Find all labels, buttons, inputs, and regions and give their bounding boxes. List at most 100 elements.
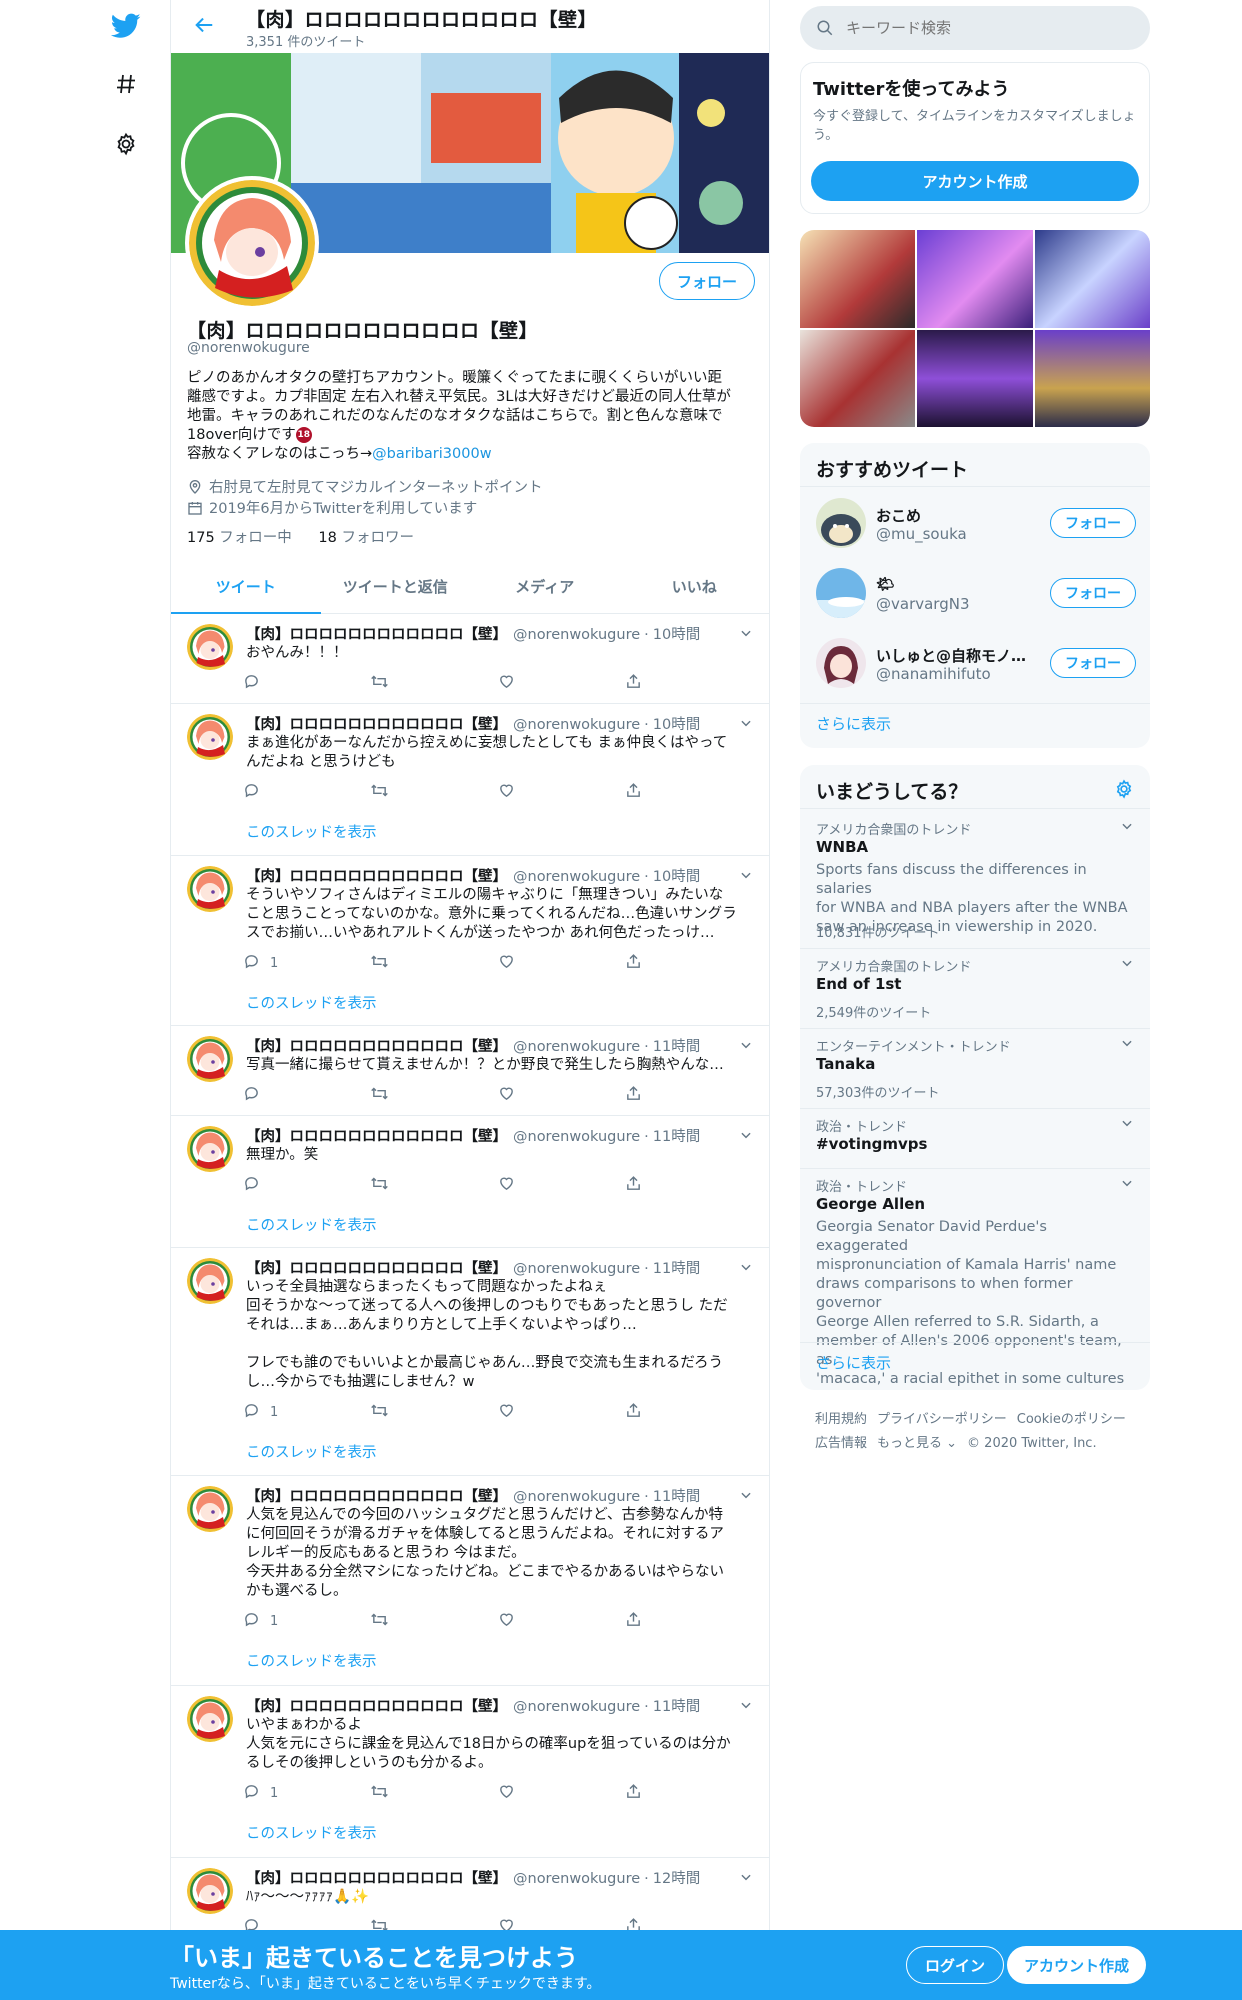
chevron-down-icon[interactable]	[1120, 956, 1134, 974]
avatar[interactable]	[187, 1036, 233, 1082]
follow-button[interactable]: フォロー	[1050, 648, 1136, 678]
like-button[interactable]	[498, 952, 625, 974]
signup-button[interactable]: アカウント作成	[1007, 1946, 1147, 1984]
retweet-button[interactable]	[370, 672, 497, 694]
share-button[interactable]	[625, 952, 663, 974]
tweet-time[interactable]: 10時間	[653, 717, 700, 733]
tweet[interactable]: 【肉】ロロロロロロロロロロロロ【壁】 @norenwokugure · 11時間 無理…	[171, 1116, 769, 1248]
back-arrow-icon[interactable]	[189, 10, 219, 40]
recommended-user[interactable]: いしゅと@自称モノ… @nanamihifuto フォロー	[816, 638, 1136, 688]
reply-button[interactable]: 1	[243, 1610, 370, 1632]
avatar[interactable]	[187, 1126, 233, 1172]
reply-button[interactable]: 1	[243, 952, 370, 974]
chevron-down-icon[interactable]	[1120, 819, 1134, 837]
tweet-time[interactable]: 10時間	[653, 869, 700, 885]
retweet-button[interactable]	[370, 1401, 497, 1423]
like-button[interactable]	[498, 781, 625, 803]
show-more-link[interactable]: さらに表示	[816, 713, 891, 734]
like-button[interactable]	[498, 1174, 625, 1196]
chevron-down-icon[interactable]	[739, 1698, 753, 1716]
share-button[interactable]	[625, 1782, 663, 1804]
trend-item[interactable]: アメリカ合衆国のトレンド WNBA Sports fans discuss th…	[800, 819, 1150, 956]
media-thumbnail[interactable]	[917, 230, 1033, 328]
chevron-down-icon[interactable]	[739, 868, 753, 886]
chevron-down-icon[interactable]	[1120, 1176, 1134, 1194]
share-button[interactable]	[625, 1174, 663, 1196]
avatar[interactable]	[187, 624, 233, 670]
tweet[interactable]: 【肉】ロロロロロロロロロロロロ【壁】 @norenwokugure · 11時間 写真…	[171, 1026, 769, 1116]
author-name[interactable]: 【肉】ロロロロロロロロロロロロ【壁】	[246, 1699, 507, 1715]
chevron-down-icon[interactable]	[739, 626, 753, 644]
like-button[interactable]	[498, 1782, 625, 1804]
footer-link[interactable]: プライバシーポリシー	[877, 1412, 1007, 1427]
retweet-button[interactable]	[370, 1174, 497, 1196]
like-button[interactable]	[498, 1084, 625, 1106]
like-button[interactable]	[498, 672, 625, 694]
media-thumbnail[interactable]	[800, 230, 916, 328]
chevron-down-icon[interactable]	[739, 1488, 753, 1506]
media-thumbnail[interactable]	[917, 329, 1033, 427]
hashtag-icon[interactable]	[108, 66, 144, 102]
reply-button[interactable]	[243, 1174, 370, 1196]
avatar[interactable]	[187, 1486, 233, 1532]
show-thread-link[interactable]: このスレッドを表示	[246, 821, 377, 842]
avatar[interactable]	[187, 1868, 233, 1914]
tweet[interactable]: 【肉】ロロロロロロロロロロロロ【壁】 @norenwokugure · 10時間 まぁ…	[171, 704, 769, 856]
search-input[interactable]	[846, 19, 1126, 37]
chevron-down-icon[interactable]	[739, 1260, 753, 1278]
reply-button[interactable]	[243, 672, 370, 694]
share-button[interactable]	[625, 1401, 663, 1423]
show-thread-link[interactable]: このスレッドを表示	[246, 992, 377, 1013]
recommended-user[interactable]: 🌤 @varvargN3 フォロー	[816, 568, 1136, 618]
retweet-button[interactable]	[370, 1782, 497, 1804]
bio-mention-link[interactable]: @baribari3000w	[372, 446, 491, 462]
chevron-down-icon[interactable]	[1120, 1036, 1134, 1054]
retweet-button[interactable]	[370, 1084, 497, 1106]
create-account-button[interactable]: アカウント作成	[811, 161, 1139, 201]
tweet-time[interactable]: 11時間	[653, 1699, 700, 1715]
tweet-time[interactable]: 10時間	[653, 627, 700, 643]
follow-button[interactable]: フォロー	[658, 262, 755, 300]
avatar[interactable]	[187, 1696, 233, 1742]
footer-link[interactable]: 広告情報	[815, 1436, 867, 1451]
follow-button[interactable]: フォロー	[1050, 578, 1136, 608]
tweet[interactable]: 【肉】ロロロロロロロロロロロロ【壁】 @norenwokugure · 11時間 人気…	[171, 1476, 769, 1686]
chevron-down-icon[interactable]	[739, 1870, 753, 1888]
retweet-button[interactable]	[370, 952, 497, 974]
show-thread-link[interactable]: このスレッドを表示	[246, 1214, 377, 1235]
author-name[interactable]: 【肉】ロロロロロロロロロロロロ【壁】	[246, 869, 507, 885]
tweet[interactable]: 【肉】ロロロロロロロロロロロロ【壁】 @norenwokugure · 11時間 いっ…	[171, 1248, 769, 1476]
media-thumbnail[interactable]	[800, 329, 916, 427]
like-button[interactable]	[498, 1401, 625, 1423]
show-thread-link[interactable]: このスレッドを表示	[246, 1650, 377, 1671]
follow-button[interactable]: フォロー	[1050, 508, 1136, 538]
followers-link[interactable]: 18 フォロワー	[318, 530, 414, 546]
share-button[interactable]	[625, 672, 663, 694]
tweet[interactable]: 【肉】ロロロロロロロロロロロロ【壁】 @norenwokugure · 11時間 いや…	[171, 1686, 769, 1858]
show-more-link[interactable]: さらに表示	[816, 1352, 891, 1373]
trend-item[interactable]: 政治・トレンド #votingmvps	[800, 1116, 1150, 1176]
login-button[interactable]: ログイン	[906, 1946, 1005, 1984]
tweet[interactable]: 【肉】ロロロロロロロロロロロロ【壁】 @norenwokugure · 10時間 おや…	[171, 614, 769, 704]
chevron-down-icon[interactable]	[739, 1128, 753, 1146]
following-link[interactable]: 175 フォロー中	[187, 530, 292, 546]
author-name[interactable]: 【肉】ロロロロロロロロロロロロ【壁】	[246, 717, 507, 733]
recommended-user[interactable]: おこめ @mu_souka フォロー	[816, 498, 1136, 548]
reply-button[interactable]	[243, 1084, 370, 1106]
avatar[interactable]	[187, 866, 233, 912]
tab-tweets-and-replies[interactable]: ツイートと返信	[321, 560, 471, 613]
author-name[interactable]: 【肉】ロロロロロロロロロロロロ【壁】	[246, 1871, 507, 1887]
share-button[interactable]	[625, 1084, 663, 1106]
chevron-down-icon[interactable]	[739, 1038, 753, 1056]
avatar[interactable]	[187, 714, 233, 760]
profile-avatar[interactable]	[185, 176, 319, 310]
retweet-button[interactable]	[370, 781, 497, 803]
footer-link[interactable]: Cookieのポリシー	[1017, 1412, 1126, 1427]
tweet[interactable]: 【肉】ロロロロロロロロロロロロ【壁】 @norenwokugure · 10時間 そう…	[171, 856, 769, 1026]
like-button[interactable]	[498, 1610, 625, 1632]
show-thread-link[interactable]: このスレッドを表示	[246, 1441, 377, 1462]
media-thumbnail[interactable]	[1034, 329, 1150, 427]
share-button[interactable]	[625, 781, 663, 803]
reply-button[interactable]	[243, 781, 370, 803]
tweet-time[interactable]: 11時間	[653, 1489, 700, 1505]
